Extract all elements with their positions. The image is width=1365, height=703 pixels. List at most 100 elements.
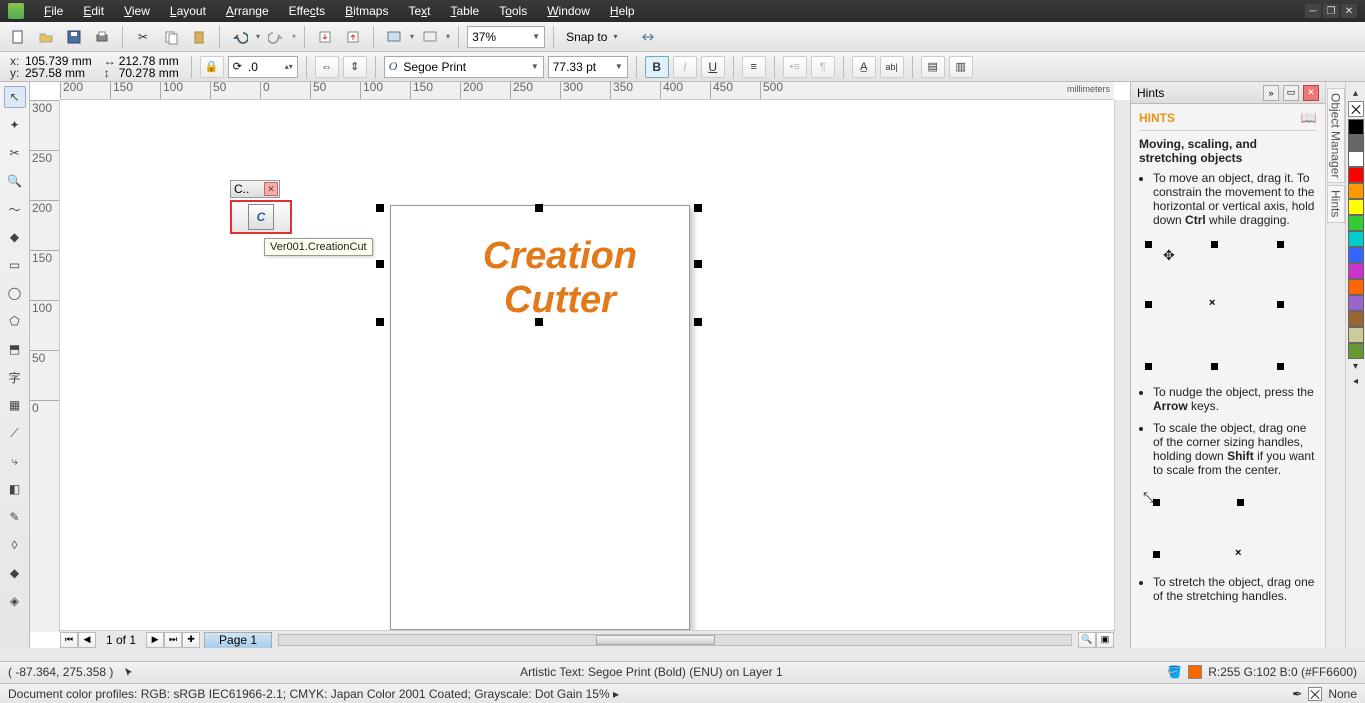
pick-tool[interactable]: ↖	[4, 86, 26, 108]
menu-text[interactable]: Text	[398, 4, 440, 18]
ruler-horizontal[interactable]: 200150 10050 050 100150 200250 300350 40…	[60, 82, 1114, 100]
zoom-combo[interactable]: 37% ▼	[467, 26, 545, 48]
selection-handle[interactable]	[694, 318, 702, 326]
menu-window[interactable]: Window	[537, 4, 600, 18]
copy-button[interactable]	[159, 25, 183, 49]
underline-button[interactable]: U	[701, 56, 725, 78]
selection-handle[interactable]	[694, 204, 702, 212]
interactive-fill-tool[interactable]: ◈	[4, 590, 26, 612]
color-swatch[interactable]	[1348, 151, 1364, 167]
color-swatch[interactable]	[1348, 327, 1364, 343]
docker-collapse-icon[interactable]: »	[1263, 85, 1279, 101]
plugin-close-icon[interactable]: ✕	[264, 182, 278, 196]
mirror-h-button[interactable]: ⇔	[315, 56, 339, 78]
book-icon[interactable]: 📖	[1301, 110, 1317, 126]
fill-tool[interactable]: ◆	[4, 562, 26, 584]
selection-handle[interactable]	[694, 260, 702, 268]
selection-handle[interactable]	[376, 260, 384, 268]
color-swatch[interactable]	[1348, 119, 1364, 135]
color-swatch[interactable]	[1348, 311, 1364, 327]
canvas-area[interactable]: 200150 10050 050 100150 200250 300350 40…	[30, 82, 1130, 648]
plugin-toolbar[interactable]: C.. ✕ C Ver001.CreationCut	[230, 180, 292, 234]
page-add-button[interactable]: ✚	[182, 632, 200, 648]
welcome-button[interactable]	[418, 25, 442, 49]
table-tool[interactable]: ▦	[4, 394, 26, 416]
outline-tool[interactable]: ◊	[4, 534, 26, 556]
text-direction-h-button[interactable]: ▤	[921, 56, 945, 78]
color-swatch[interactable]	[1348, 215, 1364, 231]
color-swatch[interactable]	[1348, 199, 1364, 215]
pen-icon[interactable]: ✒	[1292, 687, 1302, 701]
text-tool[interactable]: 字	[4, 366, 26, 388]
lock-ratio-button[interactable]: 🔒	[200, 56, 224, 78]
basic-shapes-tool[interactable]: ⬒	[4, 338, 26, 360]
hints-header[interactable]: Hints » ▭ ✕	[1131, 82, 1325, 104]
redo-button[interactable]	[264, 25, 288, 49]
ellipse-tool[interactable]: ◯	[4, 282, 26, 304]
font-size-combo[interactable]: 77.33 pt ▼	[548, 56, 628, 78]
bold-button[interactable]: B	[645, 56, 669, 78]
page-first-button[interactable]: ⏮	[60, 632, 78, 648]
window-restore-icon[interactable]: ❐	[1323, 4, 1339, 18]
color-swatch[interactable]	[1348, 167, 1364, 183]
selection-handle[interactable]	[376, 318, 384, 326]
zoom-tool[interactable]: 🔍	[4, 170, 26, 192]
text-direction-v-button[interactable]: ▥	[949, 56, 973, 78]
window-close-icon[interactable]: ✕	[1341, 4, 1357, 18]
rectangle-tool[interactable]: ▭	[4, 254, 26, 276]
selection-handle[interactable]	[535, 204, 543, 212]
nav-zoom-button[interactable]: 🔍	[1078, 632, 1096, 648]
color-swatch[interactable]	[1348, 263, 1364, 279]
freehand-tool[interactable]: ～	[4, 198, 26, 220]
docker-tab-object-manager[interactable]: Object Manager	[1327, 88, 1345, 183]
selection-handle[interactable]	[376, 204, 384, 212]
menu-help[interactable]: Help	[600, 4, 645, 18]
fill-bucket-icon[interactable]: 🪣	[1167, 665, 1182, 679]
app-launcher-button[interactable]	[382, 25, 406, 49]
docker-close-icon[interactable]: ✕	[1303, 85, 1319, 101]
crop-tool[interactable]: ✂	[4, 142, 26, 164]
export-button[interactable]	[341, 25, 365, 49]
shape-tool[interactable]: ✦	[4, 114, 26, 136]
palette-flyout[interactable]: ◂	[1353, 374, 1358, 389]
save-button[interactable]	[62, 25, 86, 49]
no-color-swatch[interactable]	[1348, 101, 1364, 117]
eyedropper-tool[interactable]: ✎	[4, 506, 26, 528]
color-swatch[interactable]	[1348, 343, 1364, 359]
snap-combo[interactable]: Snap to ▾	[562, 26, 632, 48]
menu-view[interactable]: View	[114, 4, 160, 18]
undo-button[interactable]	[228, 25, 252, 49]
menu-edit[interactable]: Edit	[73, 4, 114, 18]
palette-scroll-down[interactable]: ▾	[1353, 359, 1358, 374]
page-tab[interactable]: Page 1	[204, 632, 272, 648]
nav-view-button[interactable]: ▣	[1096, 632, 1114, 648]
palette-scroll-up[interactable]: ▴	[1353, 86, 1358, 101]
menu-effects[interactable]: Effects	[279, 4, 335, 18]
window-minimize-icon[interactable]: ─	[1305, 4, 1321, 18]
char-format-button[interactable]: A̲	[852, 56, 876, 78]
rotation-input[interactable]: ⟳ .0 ▴▾	[228, 56, 298, 78]
outline-color-swatch[interactable]	[1308, 687, 1322, 701]
edit-text-button[interactable]: ab|	[880, 56, 904, 78]
page-next-button[interactable]: ▶	[146, 632, 164, 648]
page-prev-button[interactable]: ◀	[78, 632, 96, 648]
font-combo[interactable]: O Segoe Print ▼	[384, 56, 544, 78]
page-last-button[interactable]: ⏭	[164, 632, 182, 648]
interactive-tool[interactable]: ◧	[4, 478, 26, 500]
selection-handle[interactable]	[535, 318, 543, 326]
hscroll-thumb[interactable]	[596, 635, 715, 645]
connector-tool[interactable]: ⤷	[4, 450, 26, 472]
menu-layout[interactable]: Layout	[160, 4, 216, 18]
smart-fill-tool[interactable]: ◆	[4, 226, 26, 248]
menu-file[interactable]: File	[34, 4, 73, 18]
plugin-title[interactable]: C.. ✕	[230, 180, 280, 198]
dimension-tool[interactable]: ⟋	[4, 422, 26, 444]
italic-button[interactable]: I	[673, 56, 697, 78]
polygon-tool[interactable]: ⬠	[4, 310, 26, 332]
hscroll-track[interactable]	[278, 634, 1072, 646]
menu-tools[interactable]: Tools	[489, 4, 537, 18]
color-swatch[interactable]	[1348, 135, 1364, 151]
paste-button[interactable]	[187, 25, 211, 49]
align-button[interactable]: ≡	[742, 56, 766, 78]
ruler-vertical[interactable]: 300250 200150 10050 0 millimeters	[30, 100, 60, 632]
